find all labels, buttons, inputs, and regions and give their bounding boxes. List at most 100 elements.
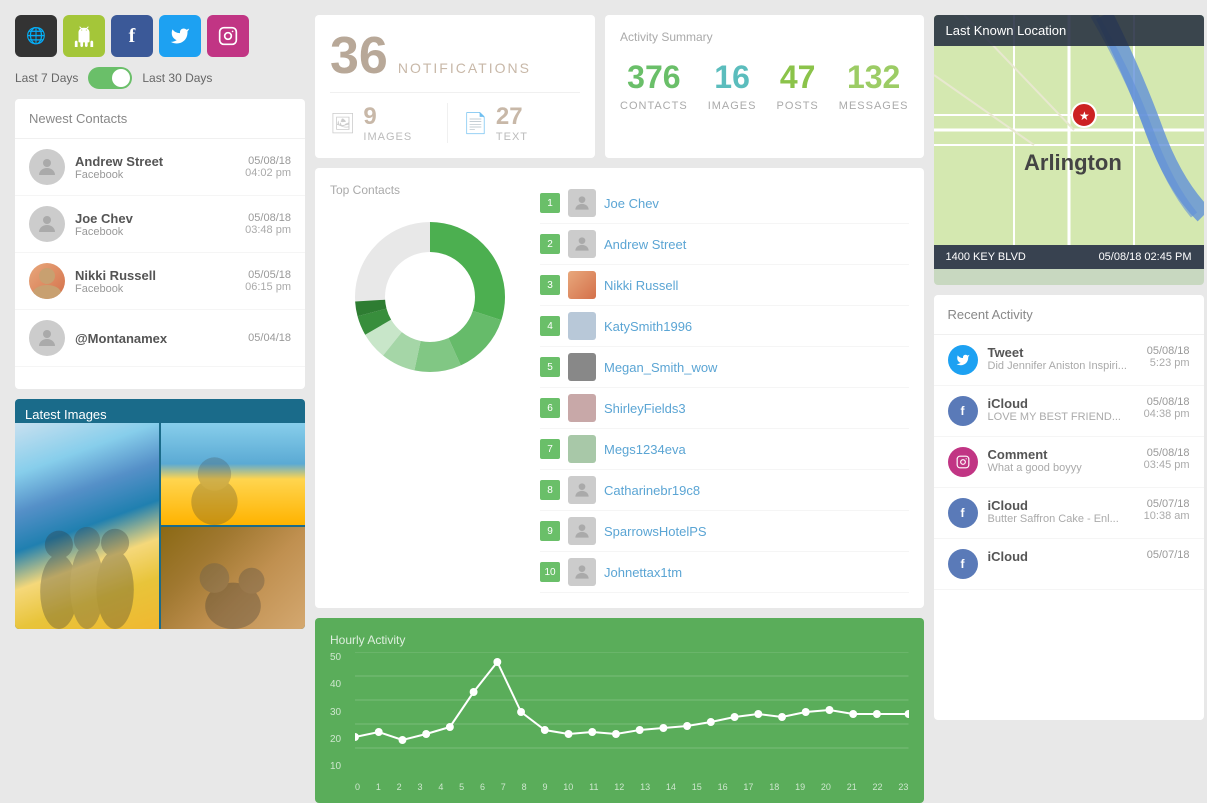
contact-name: Andrew Street [75, 154, 245, 169]
rank-item[interactable]: 1 Joe Chev [540, 183, 909, 224]
rank-item[interactable]: 8 Catharinebr19c8 [540, 470, 909, 511]
donut-chart [330, 207, 530, 387]
images-grid [15, 399, 305, 629]
rank-item[interactable]: 4 KatySmith1996 [540, 306, 909, 347]
activity-list: Tweet Did Jennifer Aniston Inspiri... 05… [934, 335, 1204, 720]
newest-contacts-panel: Newest Contacts Andrew Street Facebook 0… [15, 99, 305, 389]
activity-type: iCloud [988, 549, 1142, 564]
notifications-count: 36 [330, 30, 388, 82]
rank-avatar [568, 230, 596, 258]
text-label: TEXT [496, 131, 528, 143]
image-cell[interactable] [15, 423, 159, 629]
contact-item[interactable]: @Montanamex 05/04/18 [15, 310, 305, 367]
contact-source: Facebook [75, 226, 245, 238]
activity-content: iCloud LOVE MY BEST FRIEND... [988, 396, 1139, 423]
rank-name[interactable]: SparrowsHotelPS [604, 524, 707, 539]
rank-name[interactable]: Nikki Russell [604, 278, 678, 293]
globe-button[interactable]: 🌐 [15, 15, 57, 57]
rank-item[interactable]: 5 Megan_Smith_wow [540, 347, 909, 388]
rank-item[interactable]: 3 Nikki Russell [540, 265, 909, 306]
activity-summary-title: Activity Summary [620, 30, 909, 44]
messages-value: 132 [839, 59, 909, 96]
top-contacts-title: Top Contacts [330, 183, 530, 197]
facebook-button[interactable]: f [111, 15, 153, 57]
activity-stats: 376 CONTACTS 16 IMAGES 47 POSTS 132 MESS… [620, 59, 909, 112]
activity-type: Tweet [988, 345, 1142, 360]
notifications-images: 🖼 9 IMAGES [330, 103, 447, 143]
activity-item[interactable]: Tweet Did Jennifer Aniston Inspiri... 05… [934, 335, 1204, 386]
text-count: 27 [496, 103, 528, 131]
activity-text: Did Jennifer Aniston Inspiri... [988, 360, 1142, 372]
activity-time: 05/08/18 03:45 pm [1144, 447, 1190, 471]
activity-content: Tweet Did Jennifer Aniston Inspiri... [988, 345, 1142, 372]
images-value: 16 [708, 59, 757, 96]
twitter-icon [948, 345, 978, 375]
contacts-label: CONTACTS [620, 100, 688, 112]
rank-item[interactable]: 7 Megs1234eva [540, 429, 909, 470]
activity-content: Comment What a good boyyy [988, 447, 1139, 474]
contact-item[interactable]: Andrew Street Facebook 05/08/18 04:02 pm [15, 139, 305, 196]
activity-item[interactable]: f iCloud Butter Saffron Cake - Enl... 05… [934, 488, 1204, 539]
toggle-left-label: Last 7 Days [15, 71, 78, 85]
stat-images: 16 IMAGES [708, 59, 757, 112]
line-chart: 50 40 30 20 10 [330, 652, 909, 792]
activity-type: iCloud [988, 498, 1139, 513]
rank-name[interactable]: Catharinebr19c8 [604, 483, 700, 498]
contact-date: 05/04/18 [248, 332, 291, 344]
android-button[interactable] [63, 15, 105, 57]
rank-number: 3 [540, 275, 560, 295]
rank-name[interactable]: ShirleyFields3 [604, 401, 686, 416]
rank-name[interactable]: KatySmith1996 [604, 319, 692, 334]
activity-item[interactable]: f iCloud LOVE MY BEST FRIEND... 05/08/18… [934, 386, 1204, 437]
notifications-card: 36 NOTIFICATIONS 🖼 9 IMAGES 📄 27 [315, 15, 595, 158]
map-card: Last Known Location Ar [934, 15, 1204, 285]
chart-svg-area [355, 652, 909, 772]
newest-contacts-title: Newest Contacts [15, 99, 305, 139]
instagram-button[interactable] [207, 15, 249, 57]
activity-time: 05/07/18 10:38 am [1144, 498, 1190, 522]
rank-name[interactable]: Megs1234eva [604, 442, 686, 457]
rank-item[interactable]: 9 SparrowsHotelPS [540, 511, 909, 552]
rank-avatar [568, 271, 596, 299]
activity-text: LOVE MY BEST FRIEND... [988, 411, 1139, 423]
rank-number: 1 [540, 193, 560, 213]
contact-info: Joe Chev Facebook [75, 211, 245, 238]
rank-item[interactable]: 2 Andrew Street [540, 224, 909, 265]
activity-item[interactable]: Comment What a good boyyy 05/08/18 03:45… [934, 437, 1204, 488]
rank-number: 10 [540, 562, 560, 582]
contact-item[interactable]: Nikki Russell Facebook 05/05/18 06:15 pm [15, 253, 305, 310]
contact-name: Joe Chev [75, 211, 245, 226]
twitter-button[interactable] [159, 15, 201, 57]
rank-item[interactable]: 6 ShirleyFields3 [540, 388, 909, 429]
contacts-ranking: 1 Joe Chev 2 Andrew Street 3 Nikki Russe… [540, 183, 909, 593]
rank-item[interactable]: 10 Johnettax1tm [540, 552, 909, 593]
avatar [29, 206, 65, 242]
rank-avatar [568, 394, 596, 422]
rank-name[interactable]: Megan_Smith_wow [604, 360, 717, 375]
rank-number: 8 [540, 480, 560, 500]
contacts-list: Andrew Street Facebook 05/08/18 04:02 pm… [15, 139, 305, 389]
image-cell[interactable] [161, 527, 305, 629]
rank-name[interactable]: Joe Chev [604, 196, 659, 211]
images-label: IMAGES [363, 131, 412, 143]
rank-name[interactable]: Johnettax1tm [604, 565, 682, 580]
posts-label: POSTS [776, 100, 818, 112]
image-cell[interactable] [161, 423, 305, 525]
svg-text:★: ★ [1079, 109, 1090, 123]
latest-images-title: Latest Images [25, 407, 107, 422]
hourly-activity-card: Hourly Activity 50 40 30 20 10 [315, 618, 924, 803]
activity-type: Comment [988, 447, 1139, 462]
images-count: 9 [363, 103, 412, 131]
contact-info: @Montanamex [75, 331, 248, 346]
toggle-switch[interactable] [88, 67, 132, 89]
contact-item[interactable]: Joe Chev Facebook 05/08/18 03:48 pm [15, 196, 305, 253]
activity-item[interactable]: f iCloud 05/07/18 [934, 539, 1204, 590]
contact-info: Nikki Russell Facebook [75, 268, 245, 295]
stat-messages: 132 MESSAGES [839, 59, 909, 112]
rank-avatar [568, 189, 596, 217]
contact-source: Facebook [75, 169, 245, 181]
avatar [29, 320, 65, 356]
rank-name[interactable]: Andrew Street [604, 237, 686, 252]
rank-avatar [568, 558, 596, 586]
date-range-toggle: Last 7 Days Last 30 Days [15, 67, 305, 89]
